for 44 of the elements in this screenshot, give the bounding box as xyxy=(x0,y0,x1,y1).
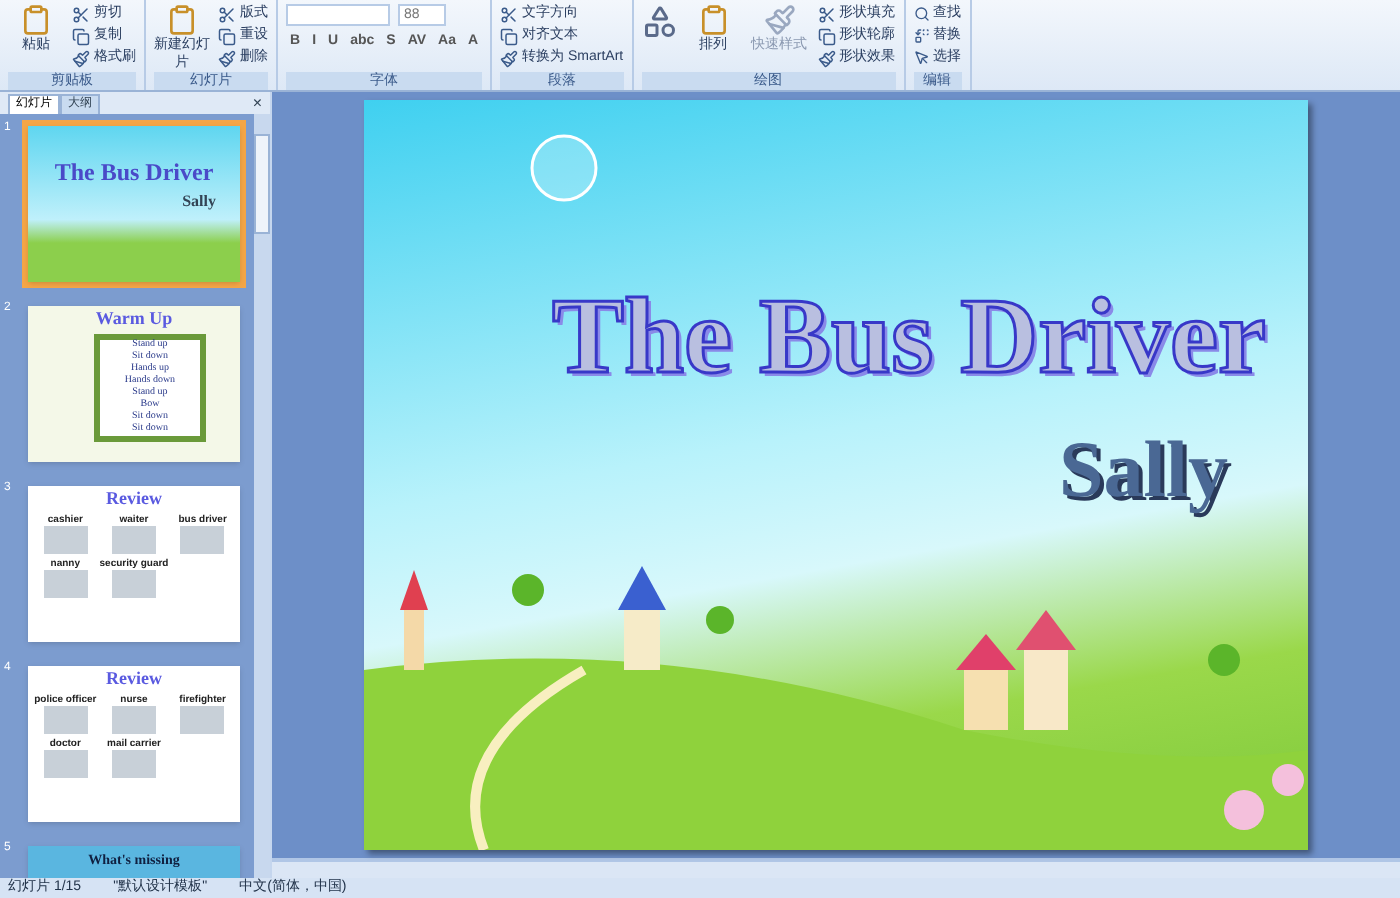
tool-icon xyxy=(500,49,519,67)
slide-title: The Bus Driver xyxy=(552,276,1268,396)
tool-icon xyxy=(218,49,236,67)
tool-icon xyxy=(817,49,836,67)
tool-icon xyxy=(817,27,836,45)
clipboard-icon xyxy=(697,4,730,36)
photo-placeholder xyxy=(43,525,88,553)
photo-placeholder xyxy=(43,705,88,733)
scrollbar[interactable] xyxy=(254,114,270,878)
photo-placeholder xyxy=(111,705,156,733)
scroll-thumb[interactable] xyxy=(254,134,270,234)
clipboard-icon xyxy=(166,4,198,36)
thumbnail-subtitle: Sally xyxy=(182,190,216,214)
photo-placeholder xyxy=(111,749,156,777)
search-icon xyxy=(913,6,930,22)
photo-placeholder xyxy=(43,569,88,597)
thumbnail-title: Warm Up xyxy=(95,306,173,332)
tool-icon xyxy=(817,5,836,23)
photo-placeholder xyxy=(43,749,88,777)
pointer-icon xyxy=(913,50,930,66)
photo-placeholder xyxy=(180,705,225,733)
close-button[interactable]: × xyxy=(252,94,262,114)
clipboard-icon xyxy=(20,4,52,36)
thumbnail-title: Review xyxy=(106,666,162,692)
shapes-icon xyxy=(641,4,678,40)
tool-icon xyxy=(72,27,90,45)
notes-pane[interactable] xyxy=(272,858,1400,878)
photo-placeholder xyxy=(111,569,156,597)
thumbnail-title: The Bus Driver xyxy=(54,156,214,190)
photo-placeholder xyxy=(180,525,225,553)
tool-icon xyxy=(72,5,90,23)
bubble-icon xyxy=(528,132,600,204)
replace-icon xyxy=(913,28,930,44)
tool-icon xyxy=(72,49,90,67)
brush-icon xyxy=(763,4,796,36)
slide-thumbnail[interactable]: The Bus Driver Sally xyxy=(22,120,246,288)
slide-subtitle: Sally xyxy=(1059,424,1228,516)
tool-icon xyxy=(500,27,519,45)
font-name-field[interactable] xyxy=(286,4,390,26)
tool-icon xyxy=(218,5,236,23)
photo-placeholder xyxy=(111,525,156,553)
thumbnail-title: Review xyxy=(106,486,162,512)
tool-icon xyxy=(500,5,519,23)
tool-icon xyxy=(218,27,236,45)
